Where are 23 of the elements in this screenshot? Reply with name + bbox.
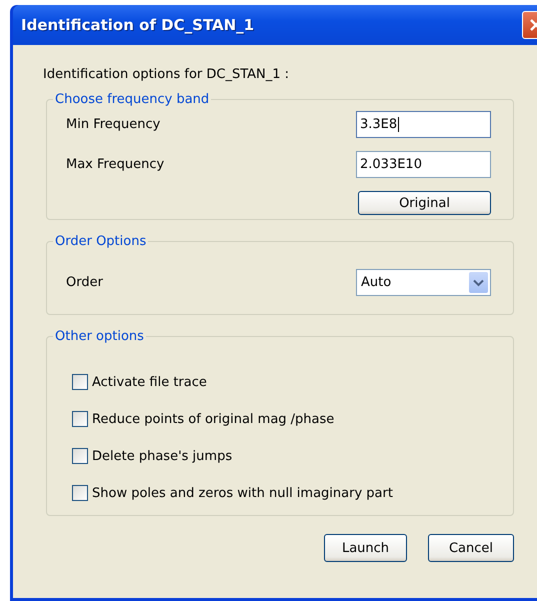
group-legend: Choose frequency band [53, 92, 212, 107]
dialog-button[interactable]: Launch [324, 534, 407, 562]
group-legend: Other options [53, 329, 146, 344]
original-button[interactable]: Original [358, 191, 491, 215]
dialog-button[interactable]: Cancel [428, 534, 514, 562]
field-label: Max Frequency [66, 157, 164, 172]
checkbox-label: Activate file trace [92, 374, 207, 390]
intro-text: Identification options for DC_STAN_1 : [43, 67, 290, 82]
input-field[interactable]: 3.3E8 [356, 111, 491, 138]
chevron-down-icon [469, 272, 488, 293]
checkbox-label: Reduce points of original mag /phase [92, 412, 334, 426]
field-label: Min Frequency [66, 117, 160, 132]
checkbox-label: Show poles and zeros with null imaginary part [92, 486, 393, 500]
order-dropdown[interactable]: Auto [356, 269, 491, 296]
checkbox[interactable] [72, 374, 88, 390]
input-field[interactable]: 2.033E10 [356, 151, 491, 178]
window-title: Identification of DC_STAN_1 [21, 16, 254, 34]
checkbox[interactable] [72, 411, 88, 427]
group-legend: Order Options [53, 234, 148, 249]
field-label: Order [66, 275, 103, 290]
checkbox[interactable] [72, 448, 88, 464]
checkbox-label: Delete phase's jumps [92, 448, 232, 464]
checkbox[interactable] [72, 485, 88, 501]
